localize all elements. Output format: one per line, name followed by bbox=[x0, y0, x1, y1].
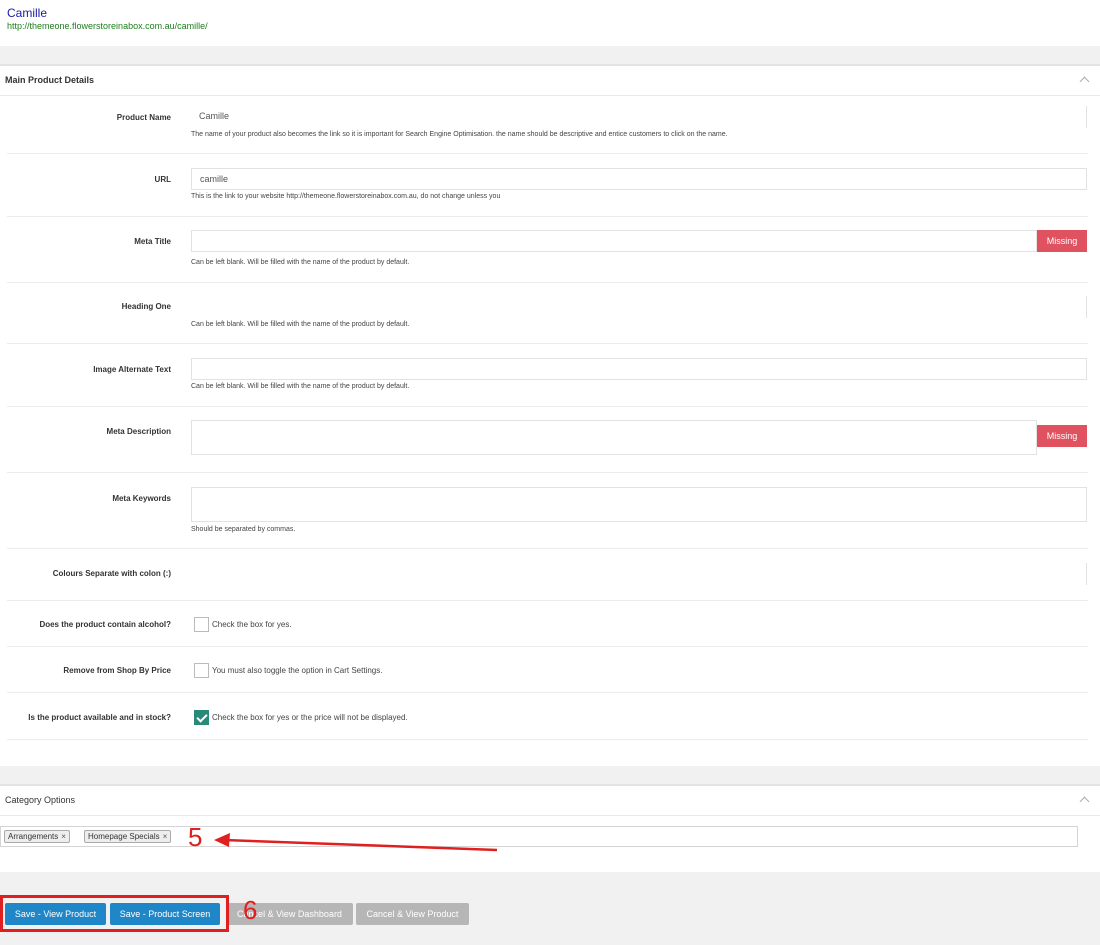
category-tag: Homepage Specials × bbox=[84, 830, 172, 843]
category-tag-input[interactable]: Arrangements × Homepage Specials × bbox=[0, 826, 1078, 847]
annotation-number-six: 6 bbox=[243, 895, 258, 925]
meta-title-input[interactable] bbox=[191, 230, 1037, 252]
product-name-input[interactable]: Camille bbox=[191, 106, 1087, 128]
image-alt-help: Can be left blank. Will be filled with t… bbox=[191, 383, 410, 390]
panel-header[interactable]: Category Options bbox=[0, 786, 1100, 816]
shop-by-price-checkbox[interactable] bbox=[194, 663, 209, 678]
alcohol-checkbox-text: Check the box for yes. bbox=[212, 620, 292, 629]
url-input[interactable]: camille bbox=[191, 168, 1087, 190]
divider bbox=[7, 406, 1088, 407]
product-url-link[interactable]: http://themeone.flowerstoreinabox.com.au… bbox=[7, 21, 208, 31]
heading-one-help: Can be left blank. Will be filled with t… bbox=[191, 321, 410, 328]
divider bbox=[7, 153, 1088, 154]
meta-title-missing-badge: Missing bbox=[1037, 230, 1087, 252]
panel-header[interactable]: Main Product Details bbox=[0, 66, 1100, 96]
meta-description-textarea[interactable] bbox=[191, 420, 1037, 455]
tag-label: Arrangements bbox=[8, 832, 59, 841]
alcohol-label: Does the product contain alcohol? bbox=[39, 620, 171, 629]
panel-title: Main Product Details bbox=[5, 75, 95, 85]
url-label: URL bbox=[154, 175, 171, 184]
colours-label: Colours Separate with colon (:) bbox=[52, 569, 171, 578]
url-help: This is the link to your website http://… bbox=[191, 193, 501, 200]
shop-by-price-checkbox-text: You must also toggle the option in Cart … bbox=[212, 666, 383, 675]
in-stock-label: Is the product available and in stock? bbox=[28, 713, 171, 722]
image-alt-label: Image Alternate Text bbox=[93, 365, 171, 374]
divider bbox=[7, 739, 1088, 740]
category-tag: Arrangements × bbox=[4, 830, 70, 843]
in-stock-checkbox[interactable] bbox=[194, 710, 209, 725]
remove-tag-icon[interactable]: × bbox=[61, 832, 66, 841]
alcohol-checkbox[interactable] bbox=[194, 617, 209, 632]
divider bbox=[7, 692, 1088, 693]
image-alt-input[interactable] bbox=[191, 358, 1087, 380]
page-header: Camille http://themeone.flowerstoreinabo… bbox=[0, 0, 1100, 46]
product-name-label: Product Name bbox=[116, 113, 171, 122]
tag-label: Homepage Specials bbox=[88, 832, 160, 841]
shop-by-price-label: Remove from Shop By Price bbox=[63, 666, 171, 675]
divider bbox=[7, 216, 1088, 217]
divider bbox=[7, 343, 1088, 344]
panel-title: Category Options bbox=[5, 795, 76, 805]
collapse-chevron-icon[interactable] bbox=[1079, 796, 1090, 807]
meta-description-label: Meta Description bbox=[106, 427, 171, 436]
meta-title-help: Can be left blank. Will be filled with t… bbox=[191, 259, 410, 266]
section-gap bbox=[0, 46, 1100, 64]
divider bbox=[7, 282, 1088, 283]
meta-title-label: Meta Title bbox=[134, 237, 171, 246]
section-gap bbox=[0, 766, 1100, 784]
divider bbox=[7, 646, 1088, 647]
divider bbox=[7, 600, 1088, 601]
annotation-number-five: 5 bbox=[188, 822, 203, 852]
heading-one-input[interactable] bbox=[191, 296, 1087, 318]
in-stock-checkbox-text: Check the box for yes or the price will … bbox=[212, 713, 408, 722]
meta-keywords-help: Should be separated by commas. bbox=[191, 526, 296, 533]
cancel-view-product-button[interactable]: Cancel & View Product bbox=[356, 903, 469, 925]
meta-keywords-textarea[interactable] bbox=[191, 487, 1087, 522]
product-name-help: The name of your product also becomes th… bbox=[191, 131, 728, 138]
colours-input[interactable] bbox=[191, 563, 1087, 585]
annotation-highlight-box bbox=[0, 895, 229, 932]
meta-description-missing-badge: Missing bbox=[1037, 425, 1087, 447]
remove-tag-icon[interactable]: × bbox=[163, 832, 168, 841]
meta-keywords-label: Meta Keywords bbox=[112, 494, 171, 503]
divider bbox=[7, 472, 1088, 473]
collapse-chevron-icon[interactable] bbox=[1079, 76, 1090, 87]
product-title: Camille bbox=[7, 6, 48, 20]
annotation-arrow-icon bbox=[214, 833, 498, 852]
heading-one-label: Heading One bbox=[121, 302, 171, 311]
divider bbox=[7, 548, 1088, 549]
